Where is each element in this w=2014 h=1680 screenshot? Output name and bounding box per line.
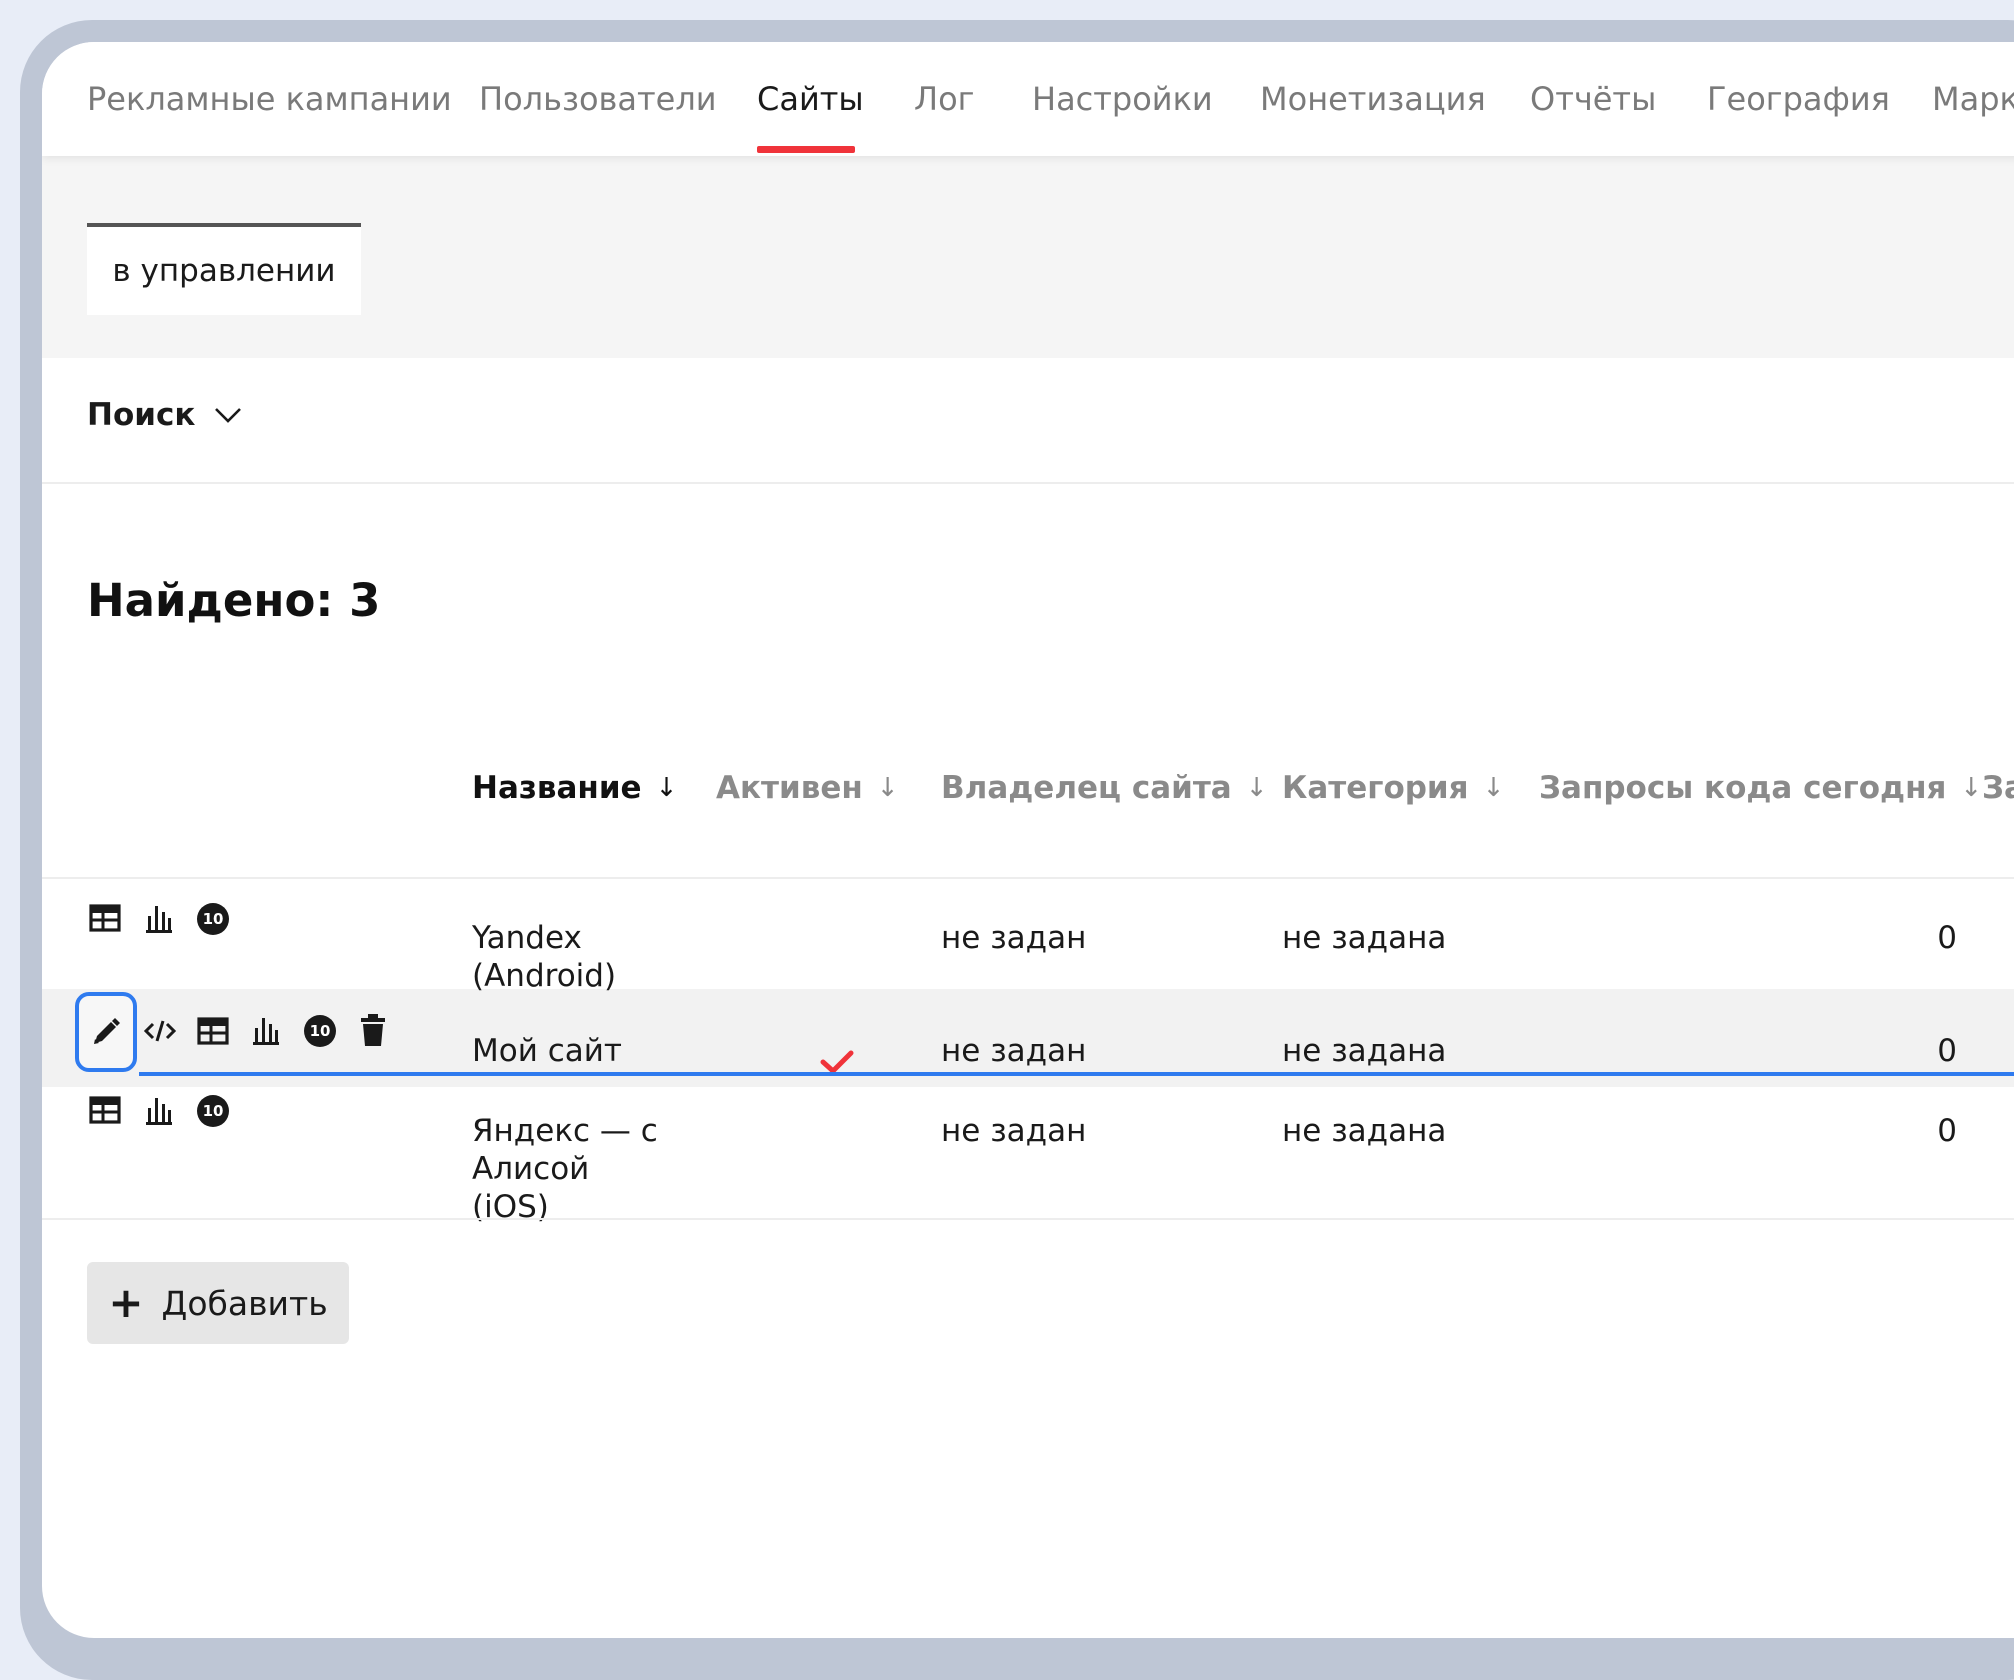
table-icon[interactable] <box>89 904 121 932</box>
sort-arrow-icon: ↓ <box>1960 773 1983 803</box>
column-header-category[interactable]: Категория ↓ <box>1282 770 1504 806</box>
site-name-line: (Android) <box>472 958 617 994</box>
category-cell: не задана <box>1282 1113 1447 1149</box>
site-name[interactable]: Яндекс — с Алисой (iOS) <box>472 1112 658 1226</box>
column-header-active[interactable]: Активен ↓ <box>716 770 899 806</box>
row-focus-indicator <box>139 1072 2014 1076</box>
column-label: Владелец сайта <box>941 770 1232 806</box>
owner-cell: не задан <box>941 1113 1087 1149</box>
chevron-down-icon <box>215 408 242 423</box>
tab-campaigns[interactable]: Рекламные кампании <box>87 80 452 118</box>
chart-icon[interactable] <box>252 1014 280 1046</box>
site-name-line: Яндекс — с <box>472 1113 658 1149</box>
badge-text: 10 <box>203 1102 224 1120</box>
add-button-label: Добавить <box>161 1283 328 1323</box>
add-button[interactable]: + Добавить <box>87 1262 349 1344</box>
results-count: Найдено: 3 <box>87 574 381 627</box>
category-cell: не задана <box>1282 1033 1447 1069</box>
sort-arrow-icon: ↓ <box>1245 773 1268 803</box>
requests-today-cell: 0 <box>1937 1033 1957 1069</box>
badge-10-icon[interactable]: 10 <box>303 1014 337 1048</box>
edit-button[interactable] <box>75 992 137 1072</box>
site-name-line: (iOS) <box>472 1189 549 1225</box>
sort-arrow-icon: ↓ <box>655 773 678 803</box>
category-cell: не задана <box>1282 920 1447 956</box>
tab-truncated[interactable]: Марк <box>1932 80 2014 118</box>
tab-geography[interactable]: География <box>1707 80 1890 118</box>
owner-cell: не задан <box>941 920 1087 956</box>
top-navigation: Рекламные кампании Пользователи Сайты Ло… <box>42 42 2014 156</box>
requests-today-cell: 0 <box>1937 1113 1957 1149</box>
pencil-icon <box>94 1018 120 1044</box>
table-icon[interactable] <box>89 1096 121 1124</box>
chart-icon[interactable] <box>145 1094 173 1126</box>
tab-settings[interactable]: Настройки <box>1032 80 1213 118</box>
tab-monetization[interactable]: Монетизация <box>1260 80 1486 118</box>
search-toggle[interactable]: Поиск <box>87 397 243 433</box>
site-name-line: Мой сайт <box>472 1033 622 1069</box>
requests-today-cell: 0 <box>1937 920 1957 956</box>
site-name-line: Yandex <box>472 920 582 956</box>
column-header-owner[interactable]: Владелец сайта ↓ <box>941 770 1268 806</box>
app-window: Рекламные кампании Пользователи Сайты Ло… <box>42 42 2014 1638</box>
chart-icon[interactable] <box>145 902 173 934</box>
column-label: Активен <box>716 770 863 806</box>
column-header-name[interactable]: Название ↓ <box>472 770 677 806</box>
site-name[interactable]: Мой сайт <box>472 1032 622 1070</box>
column-header-requests-today[interactable]: Запросы кода сегодня ↓ <box>1539 770 1982 806</box>
sort-arrow-icon: ↓ <box>876 773 899 803</box>
site-name-line: Алисой <box>472 1151 590 1187</box>
badge-text: 10 <box>203 910 224 928</box>
badge-10-icon[interactable]: 10 <box>196 902 230 936</box>
column-label: Категория <box>1282 770 1469 806</box>
tab-sites[interactable]: Сайты <box>757 80 864 118</box>
badge-text: 10 <box>310 1022 331 1040</box>
column-label: Название <box>472 770 642 806</box>
tab-reports[interactable]: Отчёты <box>1530 80 1656 118</box>
table-icon[interactable] <box>197 1017 229 1045</box>
badge-10-icon[interactable]: 10 <box>196 1094 230 1128</box>
subtab-managed[interactable]: в управлении <box>87 223 361 315</box>
divider <box>42 482 2014 484</box>
table-header-divider <box>42 877 2014 879</box>
site-name[interactable]: Yandex (Android) <box>472 919 616 995</box>
table-bottom-divider <box>42 1218 2014 1220</box>
tab-log[interactable]: Лог <box>914 80 974 118</box>
owner-cell: не задан <box>941 1033 1087 1069</box>
plus-icon: + <box>108 1278 144 1327</box>
sort-arrow-icon: ↓ <box>1482 773 1505 803</box>
code-icon[interactable] <box>143 1017 177 1045</box>
trash-icon[interactable] <box>359 1013 387 1047</box>
column-label: За <box>1982 770 2014 806</box>
column-header-truncated[interactable]: За <box>1982 770 2014 806</box>
tab-users[interactable]: Пользователи <box>479 80 717 118</box>
column-label: Запросы кода сегодня <box>1539 770 1947 806</box>
active-tab-indicator <box>757 146 855 153</box>
search-label: Поиск <box>87 397 196 433</box>
